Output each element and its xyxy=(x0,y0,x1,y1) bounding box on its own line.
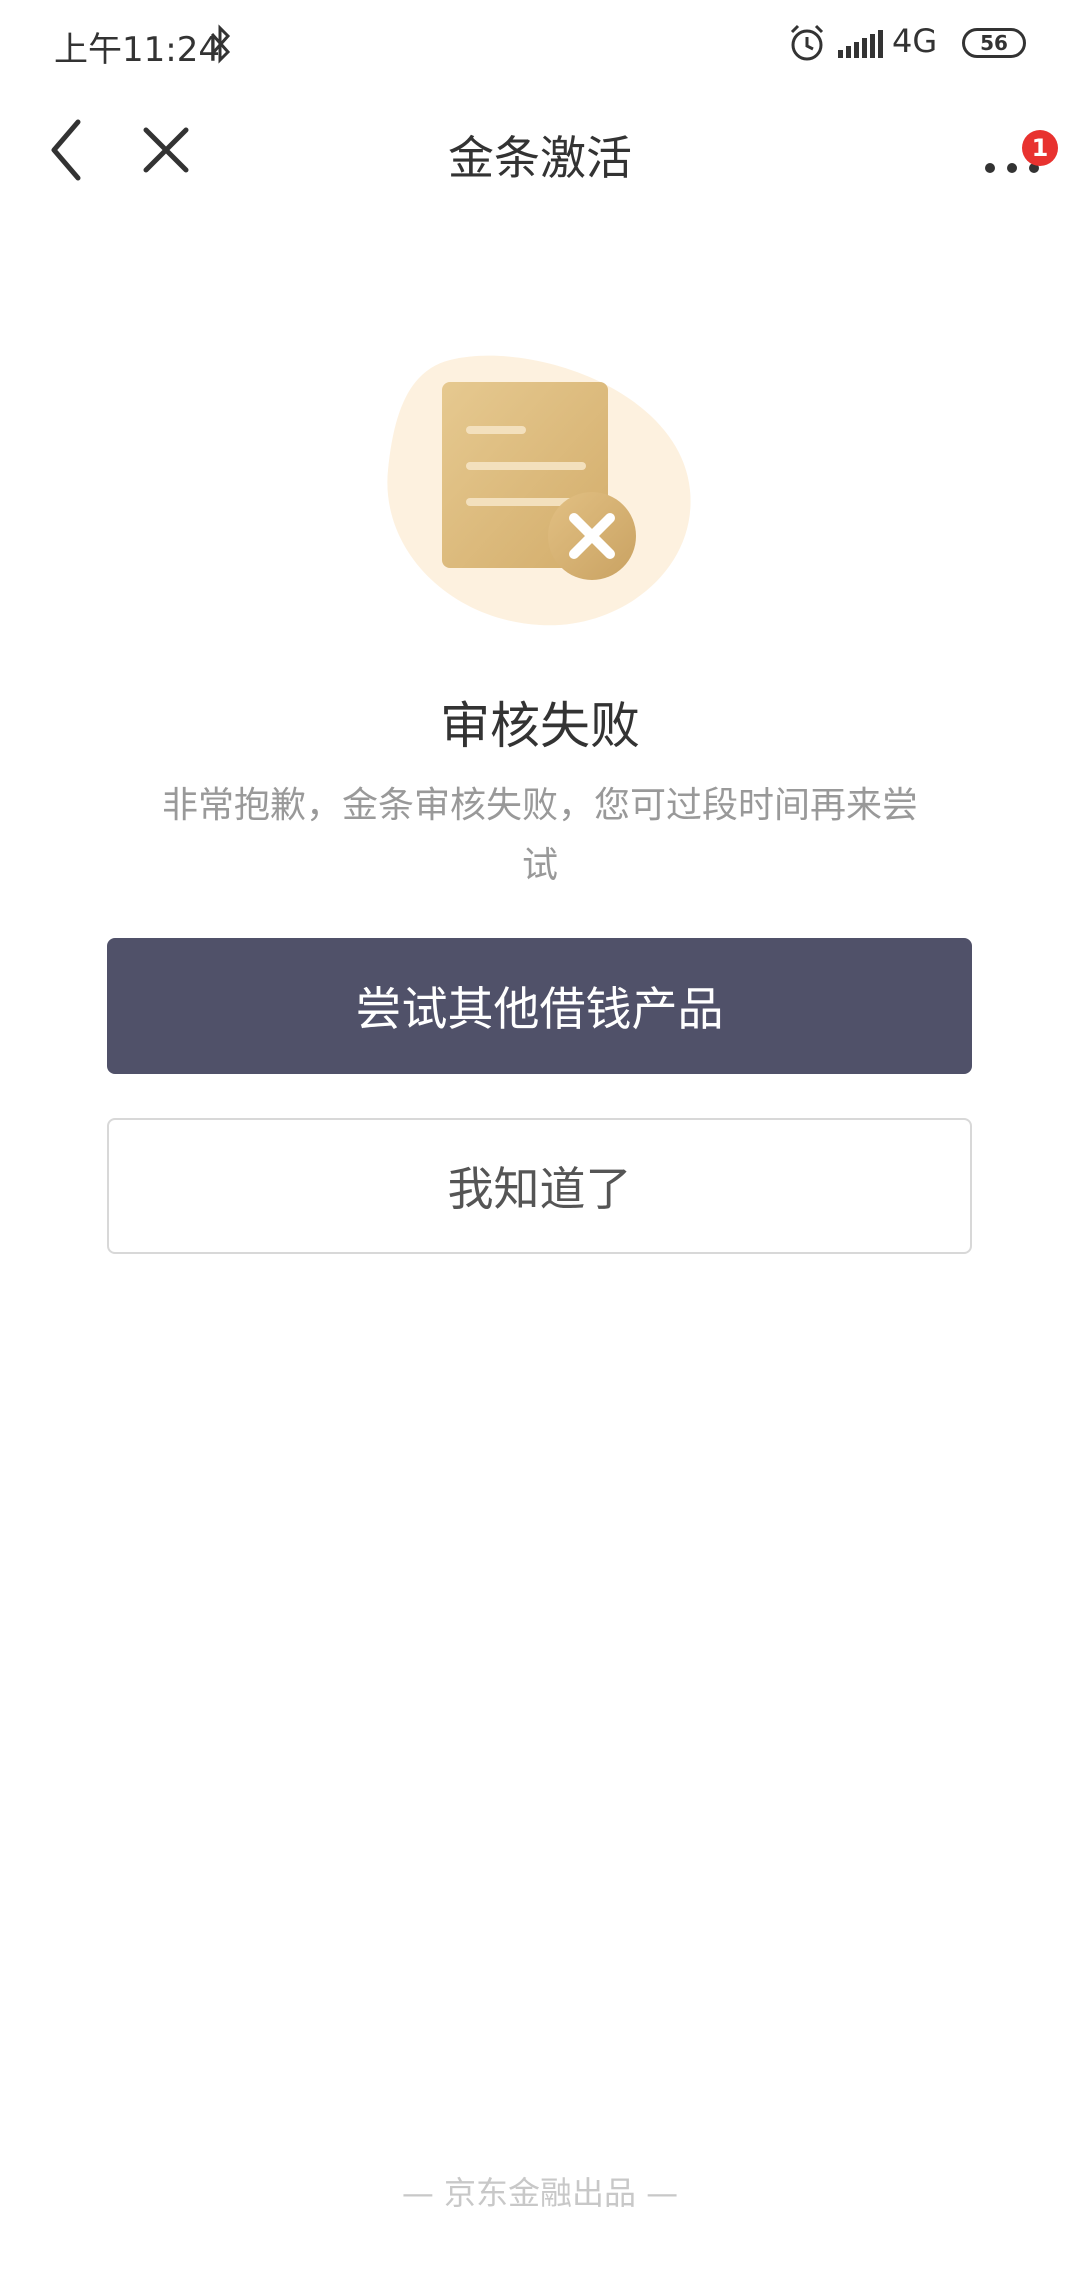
more-button[interactable]: 1 xyxy=(972,120,1058,190)
try-other-products-button[interactable]: 尝试其他借钱产品 xyxy=(107,938,972,1074)
status-bar: 上午11:24 4G 56 xyxy=(0,0,1080,90)
alarm-icon xyxy=(790,24,824,61)
status-time: 上午11:24 xyxy=(54,30,220,70)
document-error-icon xyxy=(387,355,691,626)
page-title: 金条激活 xyxy=(448,131,632,185)
got-it-button[interactable]: 我知道了 xyxy=(107,1118,972,1254)
signal-icon xyxy=(838,30,883,58)
result-title: 审核失败 xyxy=(440,697,640,755)
network-type: 4G xyxy=(892,22,938,60)
battery-icon: 56 xyxy=(962,28,1026,58)
bluetooth-icon xyxy=(210,24,231,64)
notification-badge: 1 xyxy=(1022,130,1058,166)
nav-bar: 金条激活 1 xyxy=(0,96,1080,206)
footer-text: — 京东金融出品 — xyxy=(401,2174,679,2212)
result-description: 非常抱歉，金条审核失败，您可过段时间再来尝试 xyxy=(161,785,918,886)
